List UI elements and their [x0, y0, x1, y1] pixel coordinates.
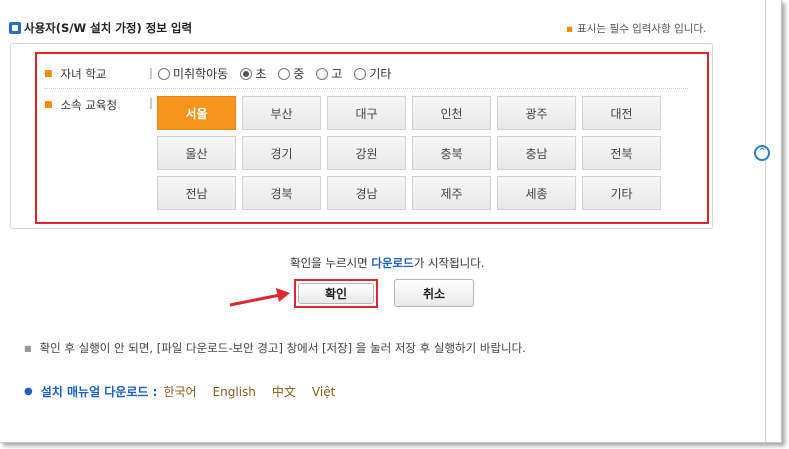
notice-text: ■ 확인 후 실행이 안 되면, [파일 다운로드-보안 경고] 창에서 [저장]…	[24, 341, 526, 355]
scroll-area-divider	[765, 0, 766, 443]
manual-language-link[interactable]: 한국어	[163, 383, 196, 400]
notice-bullet-icon: ■	[24, 343, 32, 353]
manual-bullet-icon: ●	[24, 386, 33, 397]
required-marker-icon: ▪	[566, 23, 574, 35]
section-title: 사용자(S/W 설치 가정) 정보 입력	[24, 21, 193, 35]
section-bullet-icon	[9, 22, 21, 34]
scroll-top-icon[interactable]: ⌃	[754, 145, 770, 161]
confirm-button[interactable]: 확인	[298, 283, 374, 304]
confirm-highlight: 확인	[294, 279, 378, 308]
confirm-message: 확인을 누르시면 다운로드가 시작됩니다.	[290, 256, 485, 270]
manual-language-link[interactable]: Việt	[312, 385, 335, 399]
highlight-box	[35, 52, 709, 224]
manual-language-link[interactable]: 中文	[272, 383, 296, 400]
red-arrow-icon	[229, 288, 290, 307]
manual-language-link[interactable]: English	[213, 385, 256, 399]
manual-download: ● 설치 매뉴얼 다운로드 : 한국어 English 中文 Việt	[24, 383, 351, 400]
manual-label: 설치 매뉴얼 다운로드 :	[40, 385, 158, 399]
cancel-button[interactable]: 취소	[394, 279, 474, 307]
section-heading: 사용자(S/W 설치 가정) 정보 입력	[9, 20, 192, 36]
required-note: ▪ 표시는 필수 입력사항 입니다.	[566, 23, 707, 35]
